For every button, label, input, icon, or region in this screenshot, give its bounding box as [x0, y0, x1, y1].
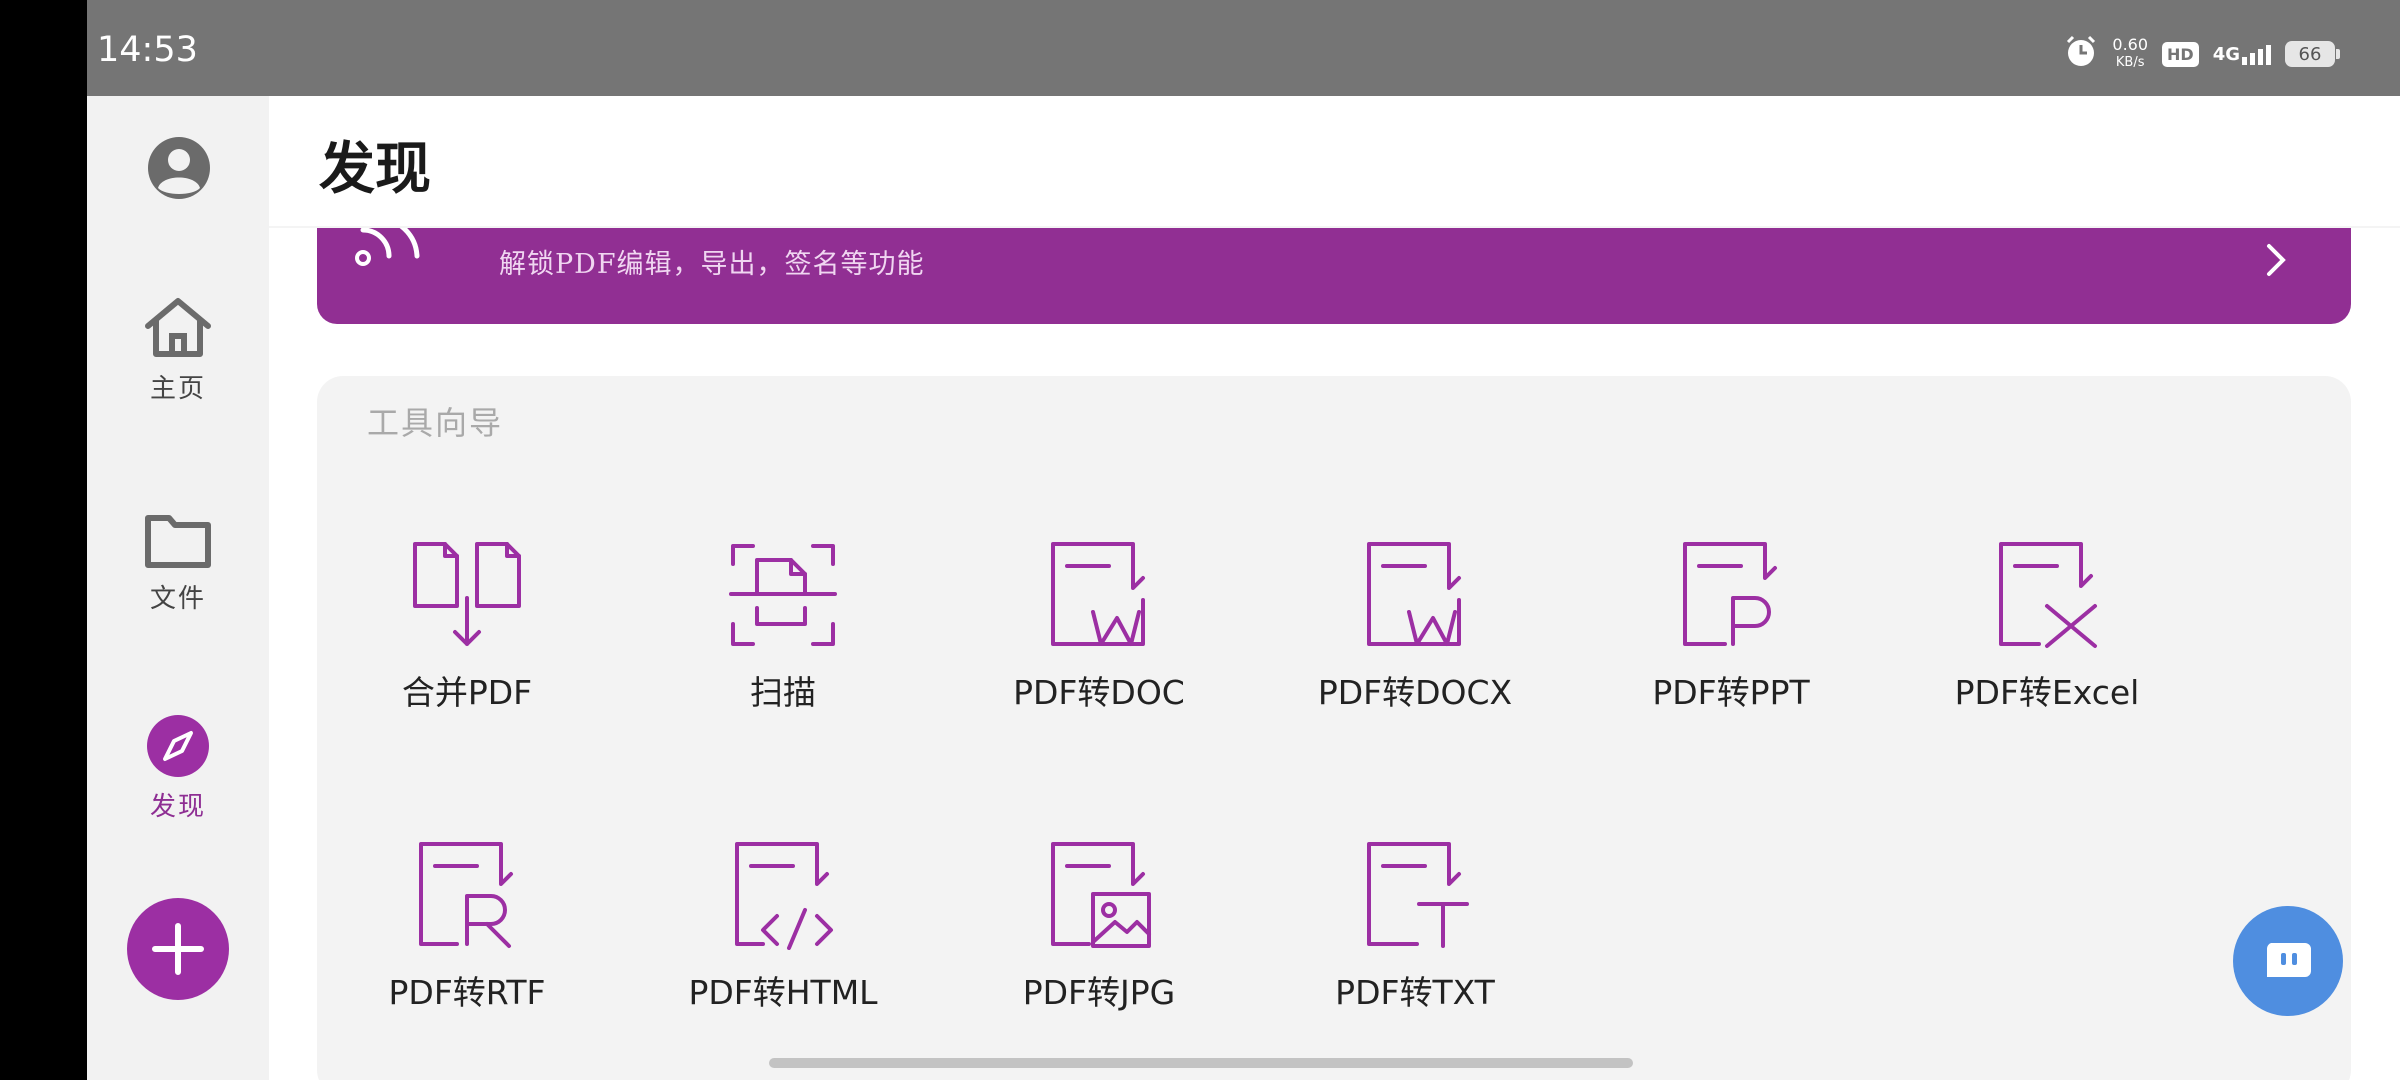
tool-label: PDF转HTML [688, 973, 878, 1012]
chevron-right-icon[interactable] [2265, 240, 2289, 284]
user-avatar-icon [148, 137, 210, 199]
nav-item-files[interactable]: 文件 [87, 510, 269, 615]
tool-label: PDF转Excel [1954, 673, 2140, 712]
network-speed-unit: KB/s [2115, 55, 2145, 70]
broadcast-icon [353, 228, 433, 282]
scan-icon [729, 544, 837, 646]
promo-banner[interactable]: 解锁PDF编辑，导出，签名等功能 [317, 228, 2351, 324]
tool-pdf-to-doc[interactable]: PDF转DOC [974, 538, 1224, 714]
tools-title: 工具向导 [367, 404, 504, 442]
tool-pdf-to-excel[interactable]: PDF转Excel [1922, 538, 2172, 714]
pdf-to-rtf-icon [419, 842, 513, 948]
chat-bot-icon [2266, 943, 2311, 977]
add-button[interactable] [127, 898, 229, 1000]
battery-icon: 66 [2285, 41, 2340, 67]
promo-subtitle: 解锁PDF编辑，导出，签名等功能 [499, 249, 925, 280]
tool-pdf-to-jpg[interactable]: PDF转JPG [974, 838, 1224, 1014]
tool-label: PDF转DOCX [1317, 673, 1513, 712]
pdf-to-doc-icon [1051, 542, 1145, 646]
tool-label: 扫描 [750, 673, 816, 712]
network-speed-value: 0.60 [2112, 35, 2149, 54]
tool-pdf-to-rtf[interactable]: PDF转RTF [342, 838, 592, 1014]
tool-label: PDF转TXT [1335, 973, 1495, 1012]
tool-pdf-to-html[interactable]: PDF转HTML [658, 838, 908, 1014]
folder-icon [145, 515, 211, 568]
header-divider [269, 226, 2400, 228]
alarm-icon [2064, 35, 2098, 73]
status-bar: 14:53 0.60 KB/s HD 4G 66 [87, 0, 2400, 96]
nav-label-discover: 发现 [149, 792, 206, 822]
pdf-to-ppt-icon [1683, 542, 1777, 646]
tool-label: 合并PDF [401, 673, 533, 712]
tool-merge-pdf[interactable]: 合并PDF [342, 538, 592, 714]
pdf-to-txt-icon [1367, 842, 1469, 948]
chat-assistant-button[interactable] [2233, 906, 2343, 1016]
nav-item-home[interactable]: 主页 [87, 296, 269, 405]
network-speed: 0.60 KB/s [2112, 36, 2148, 72]
nav-item-discover[interactable]: 发现 [87, 714, 269, 823]
status-time: 14:53 [97, 30, 198, 70]
pdf-to-html-icon [735, 842, 833, 950]
nav-label-files: 文件 [149, 584, 206, 614]
plus-icon [152, 923, 204, 975]
tool-scan[interactable]: 扫描 [658, 538, 908, 714]
pdf-to-excel-icon [1999, 542, 2097, 648]
status-icons: 0.60 KB/s HD 4G 66 [2064, 34, 2340, 74]
tool-pdf-to-ppt[interactable]: PDF转PPT [1606, 538, 1856, 714]
home-icon [145, 298, 211, 357]
signal-icon: 4G [2213, 44, 2271, 65]
pdf-to-docx-icon [1367, 542, 1461, 646]
tool-label: PDF转JPG [1022, 973, 1176, 1012]
tool-pdf-to-txt[interactable]: PDF转TXT [1290, 838, 1540, 1014]
merge-pdf-icon [413, 542, 521, 646]
battery-level: 66 [2285, 41, 2335, 67]
navigation-rail: 主页 文件 发现 [87, 96, 269, 1080]
screen-left-edge [0, 0, 87, 1080]
tool-pdf-to-docx[interactable]: PDF转DOCX [1290, 538, 1540, 714]
tools-panel: 工具向导 合并PDF 扫描 PDF转DOC PDF转DOCX PDF转PPT P… [317, 376, 2351, 1080]
avatar[interactable] [145, 134, 213, 202]
network-type: 4G [2212, 43, 2240, 65]
page-title: 发现 [319, 136, 431, 202]
tool-label: PDF转DOC [1013, 673, 1185, 712]
hd-badge: HD [2162, 41, 2199, 67]
pdf-to-jpg-icon [1051, 842, 1151, 948]
main-content: 发现 解锁PDF编辑，导出，签名等功能 工具向导 合并PDF 扫描 PDF转DO… [269, 96, 2400, 1080]
tool-label: PDF转PPT [1652, 673, 1810, 712]
tool-label: PDF转RTF [388, 973, 546, 1012]
compass-icon [147, 715, 209, 777]
scroll-indicator[interactable] [769, 1058, 1633, 1068]
nav-label-home: 主页 [149, 374, 206, 404]
